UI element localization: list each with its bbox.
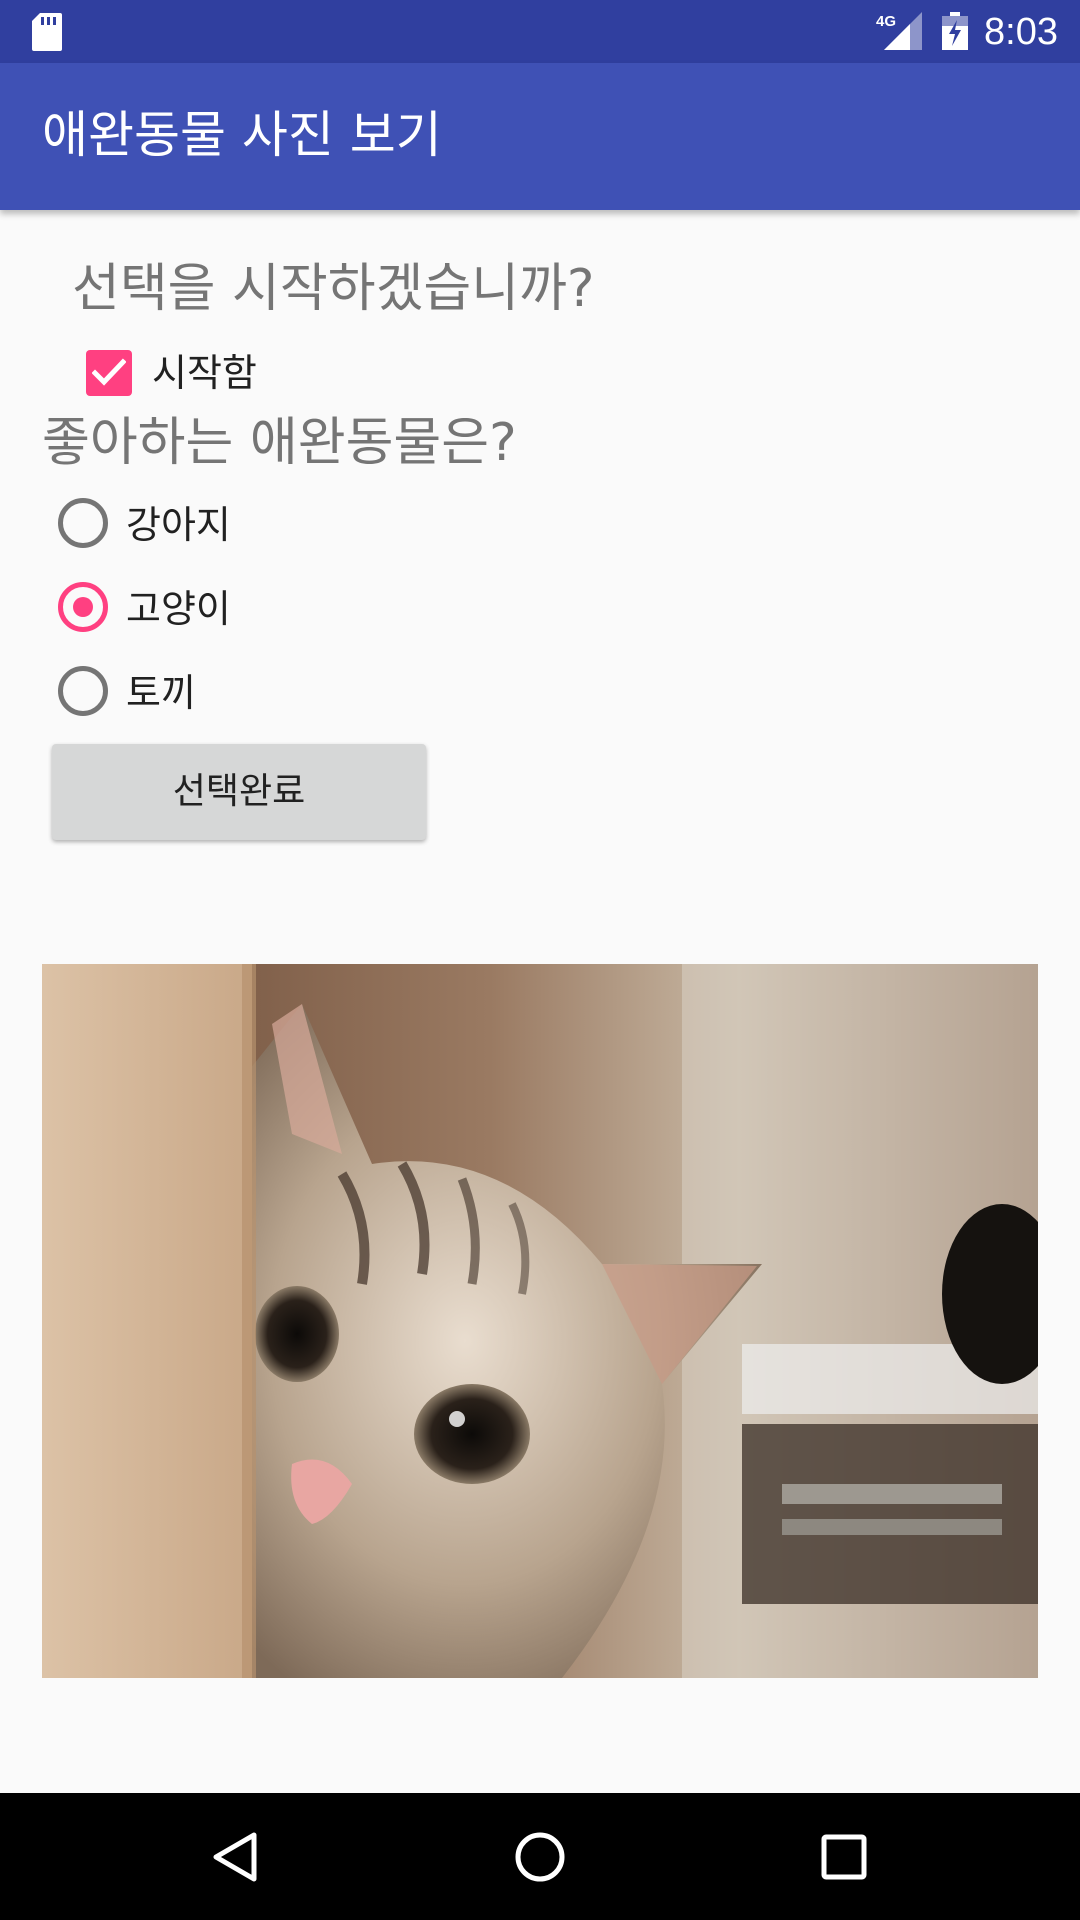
home-icon[interactable]: [512, 1829, 568, 1885]
cat-photo: [42, 964, 1038, 1678]
radio-checked-icon[interactable]: [58, 582, 108, 632]
app-bar: 애완동물 사진 보기: [0, 63, 1080, 210]
status-bar: 4G 8:03: [0, 0, 1080, 63]
back-icon[interactable]: [208, 1829, 264, 1885]
status-time: 8:03: [984, 11, 1058, 53]
app-title: 애완동물 사진 보기: [42, 106, 442, 164]
start-checkbox-label: 시작함: [152, 351, 257, 395]
signal-icon: 4G: [876, 12, 922, 50]
radio-label-cat: 고양이: [126, 587, 231, 631]
radio-unchecked-icon[interactable]: [58, 666, 108, 716]
recents-icon[interactable]: [816, 1829, 872, 1885]
done-button[interactable]: 선택완료: [52, 744, 426, 840]
start-question: 선택을 시작하겠습니까?: [72, 259, 595, 319]
navigation-bar: [0, 1793, 1080, 1920]
radio-option-rabbit[interactable]: 토끼: [42, 650, 442, 734]
network-type: 4G: [876, 13, 896, 30]
radio-unchecked-icon[interactable]: [58, 498, 108, 548]
radio-label-rabbit: 토끼: [126, 671, 196, 715]
start-checkbox[interactable]: 시작함: [78, 330, 478, 416]
radio-label-dog: 강아지: [126, 503, 231, 547]
checkbox-checked-icon[interactable]: [86, 350, 132, 396]
radio-dot: [73, 597, 93, 617]
pet-question: 좋아하는 애완동물은?: [42, 413, 517, 473]
main-content: 선택을 시작하겠습니까? 시작함 좋아하는 애완동물은? 강아지 고양이 토끼 …: [0, 210, 1080, 1793]
battery-charging-icon: [942, 12, 968, 50]
radio-option-dog[interactable]: 강아지: [42, 482, 442, 566]
sd-card-icon: [32, 13, 62, 51]
radio-option-cat[interactable]: 고양이: [42, 566, 442, 650]
